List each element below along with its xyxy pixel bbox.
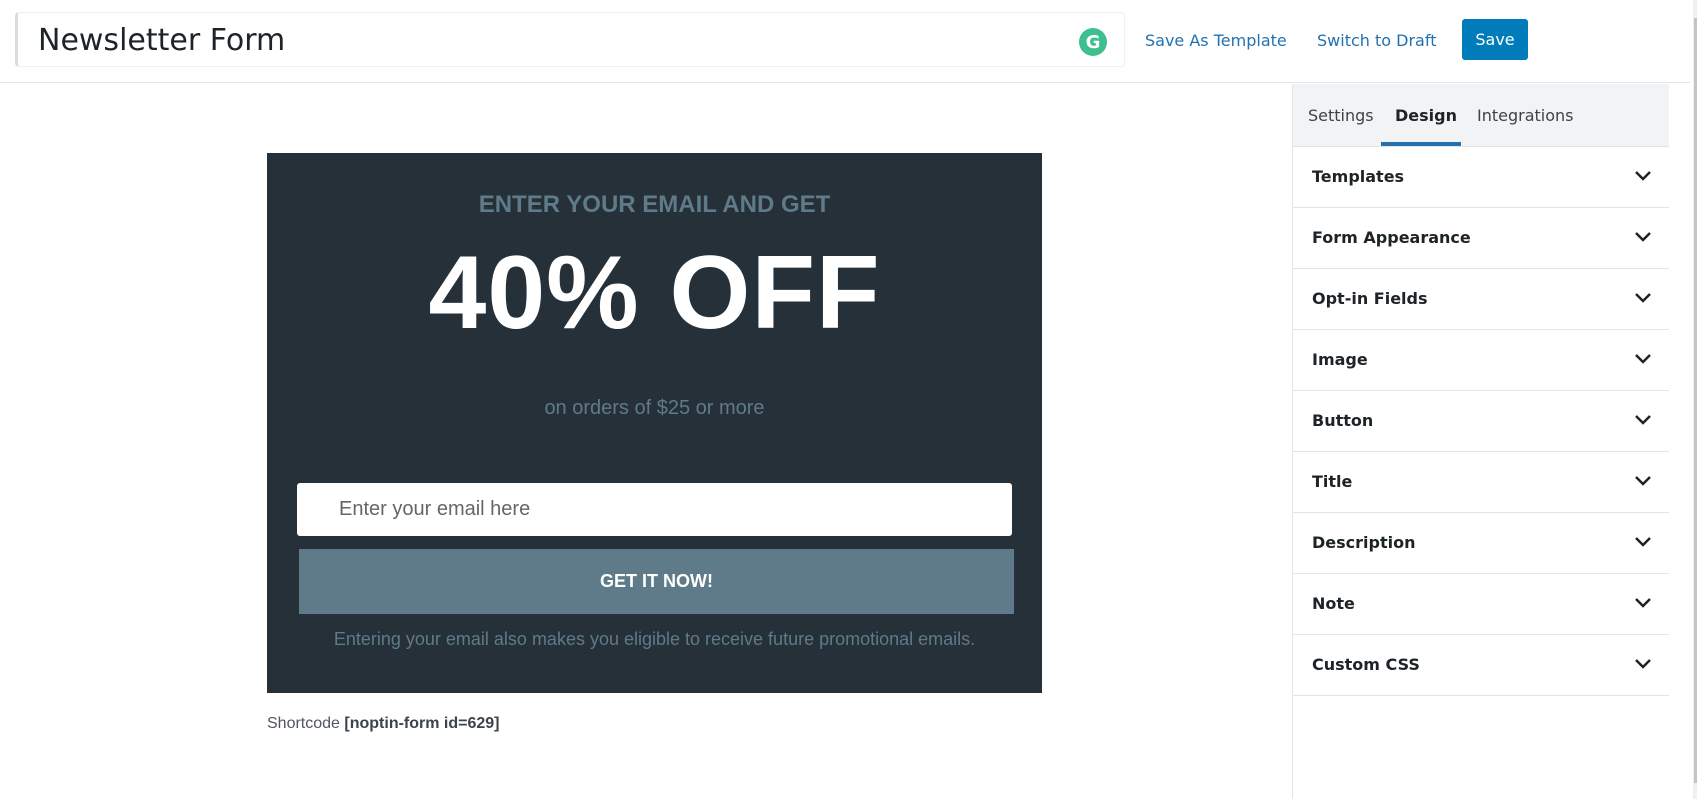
form-note: Entering your email also makes you eligi…	[333, 629, 976, 649]
panel-label: Description	[1312, 533, 1416, 552]
chevron-down-icon	[1635, 171, 1651, 181]
shortcode: Shortcode [noptin-form id=629]	[267, 715, 500, 733]
chevron-down-icon	[1635, 232, 1651, 242]
chevron-down-icon	[1635, 415, 1651, 425]
switch-to-draft-link[interactable]: Switch to Draft	[1317, 31, 1436, 50]
panel-label: Custom CSS	[1312, 655, 1420, 674]
save-as-template-link[interactable]: Save As Template	[1145, 31, 1287, 50]
panel-note[interactable]: Note	[1293, 574, 1669, 635]
panel-opt-in-fields[interactable]: Opt-in Fields	[1293, 269, 1669, 330]
tab-settings[interactable]: Settings	[1308, 106, 1374, 125]
shortcode-label: Shortcode	[267, 715, 340, 732]
email-field[interactable]	[297, 483, 1012, 536]
design-sidebar: Settings Design Integrations Templates F…	[1292, 84, 1669, 799]
panel-description[interactable]: Description	[1293, 513, 1669, 574]
editor-header: G Save As Template Switch to Draft Save	[0, 0, 1690, 83]
panel-label: Image	[1312, 350, 1368, 369]
form-title-box	[15, 12, 1125, 67]
panel-label: Opt-in Fields	[1312, 289, 1428, 308]
chevron-down-icon	[1635, 476, 1651, 486]
panel-label: Title	[1312, 472, 1353, 491]
form-title-input[interactable]	[38, 21, 938, 59]
submit-button[interactable]: GET IT NOW!	[299, 549, 1014, 614]
panel-custom-css[interactable]: Custom CSS	[1293, 635, 1669, 696]
tab-design[interactable]: Design	[1395, 106, 1457, 125]
form-description: on orders of $25 or more	[544, 397, 765, 419]
panel-button[interactable]: Button	[1293, 391, 1669, 452]
chevron-down-icon	[1635, 537, 1651, 547]
tab-integrations[interactable]: Integrations	[1477, 106, 1574, 125]
chevron-down-icon	[1635, 598, 1651, 608]
panel-label: Templates	[1312, 167, 1405, 186]
chevron-down-icon	[1635, 659, 1651, 669]
save-button[interactable]: Save	[1462, 19, 1528, 60]
panel-title[interactable]: Title	[1293, 452, 1669, 513]
form-pre-title: ENTER YOUR EMAIL AND GET	[478, 191, 831, 218]
form-title: 40% OFF	[428, 235, 881, 351]
panel-label: Form Appearance	[1312, 228, 1471, 247]
sidebar-tabs: Settings Design Integrations	[1293, 84, 1669, 147]
panel-label: Button	[1312, 411, 1374, 430]
shortcode-value[interactable]: [noptin-form id=629]	[344, 715, 499, 732]
grammarly-icon[interactable]: G	[1079, 28, 1107, 56]
panel-image[interactable]: Image	[1293, 330, 1669, 391]
panel-templates[interactable]: Templates	[1293, 147, 1669, 208]
chevron-down-icon	[1635, 354, 1651, 364]
form-preview: ENTER YOUR EMAIL AND GET 40% OFF on orde…	[267, 153, 1042, 693]
panel-label: Note	[1312, 594, 1355, 613]
panel-list: Templates Form Appearance Opt-in Fields …	[1293, 147, 1669, 696]
active-tab-indicator	[1381, 142, 1461, 146]
panel-form-appearance[interactable]: Form Appearance	[1293, 208, 1669, 269]
chevron-down-icon	[1635, 293, 1651, 303]
